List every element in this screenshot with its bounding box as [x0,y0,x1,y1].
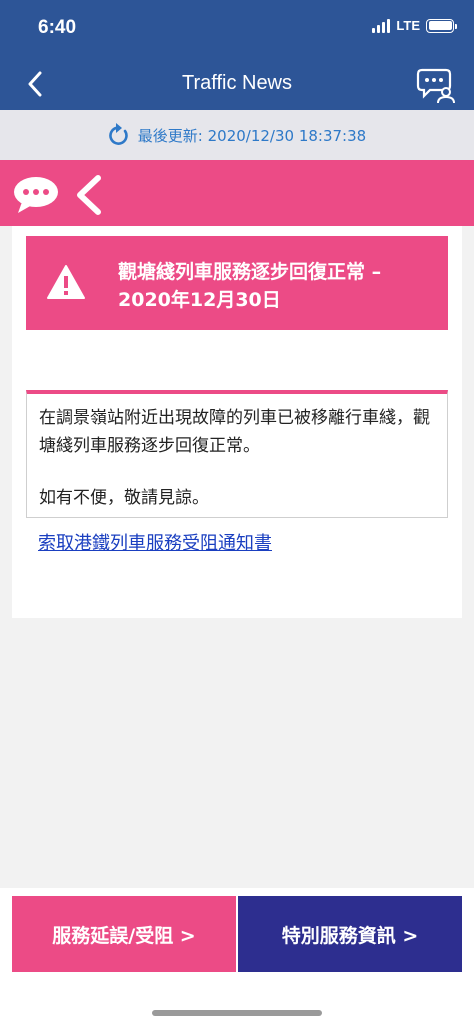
chat-support-button[interactable] [416,64,456,104]
message-box: 在調景嶺站附近出現故障的列車已被移離行車綫，觀塘綫列車服務逐步回復正常。 如有不… [26,390,448,518]
section-bar [0,160,474,226]
service-delay-button[interactable]: 服務延誤/受阻 > [12,896,236,972]
header: 6:40 LTE Traffic News [0,0,474,110]
special-service-button[interactable]: 特別服務資訊 > [238,896,462,972]
refresh-icon[interactable] [108,123,130,147]
home-indicator[interactable] [152,1010,322,1016]
network-type: LTE [396,18,420,33]
battery-icon [426,18,457,33]
signal-icon [372,18,391,33]
message-apology: 如有不便，敬請見諒。 [39,488,209,508]
alert-title: 觀塘綫列車服務逐步回復正常 – 2020年12月30日 [118,261,382,311]
last-update-text: 最後更新: 2020/12/30 18:37:38 [137,126,367,145]
message-paragraph: 在調景嶺站附近出現故障的列車已被移離行車綫，觀塘綫列車服務逐步回復正常。 [39,408,430,456]
last-update-bar[interactable]: 最後更新: 2020/12/30 18:37:38 [0,110,474,160]
news-card: 觀塘綫列車服務逐步回復正常 – 2020年12月30日 在調景嶺站附近出現故障的… [12,226,462,618]
alert-banner: 觀塘綫列車服務逐步回復正常 – 2020年12月30日 [26,236,448,330]
chevron-left-icon[interactable] [72,174,106,216]
speech-bubble-icon [14,177,58,213]
status-time: 6:40 [38,17,77,38]
warning-icon [47,265,85,299]
service-disruption-notice-link[interactable]: 索取港鐵列車服務受阻通知書 [38,529,272,555]
page-title: Traffic News [181,72,293,94]
chat-support-icon [416,68,455,104]
status-indicators: LTE [372,18,457,33]
